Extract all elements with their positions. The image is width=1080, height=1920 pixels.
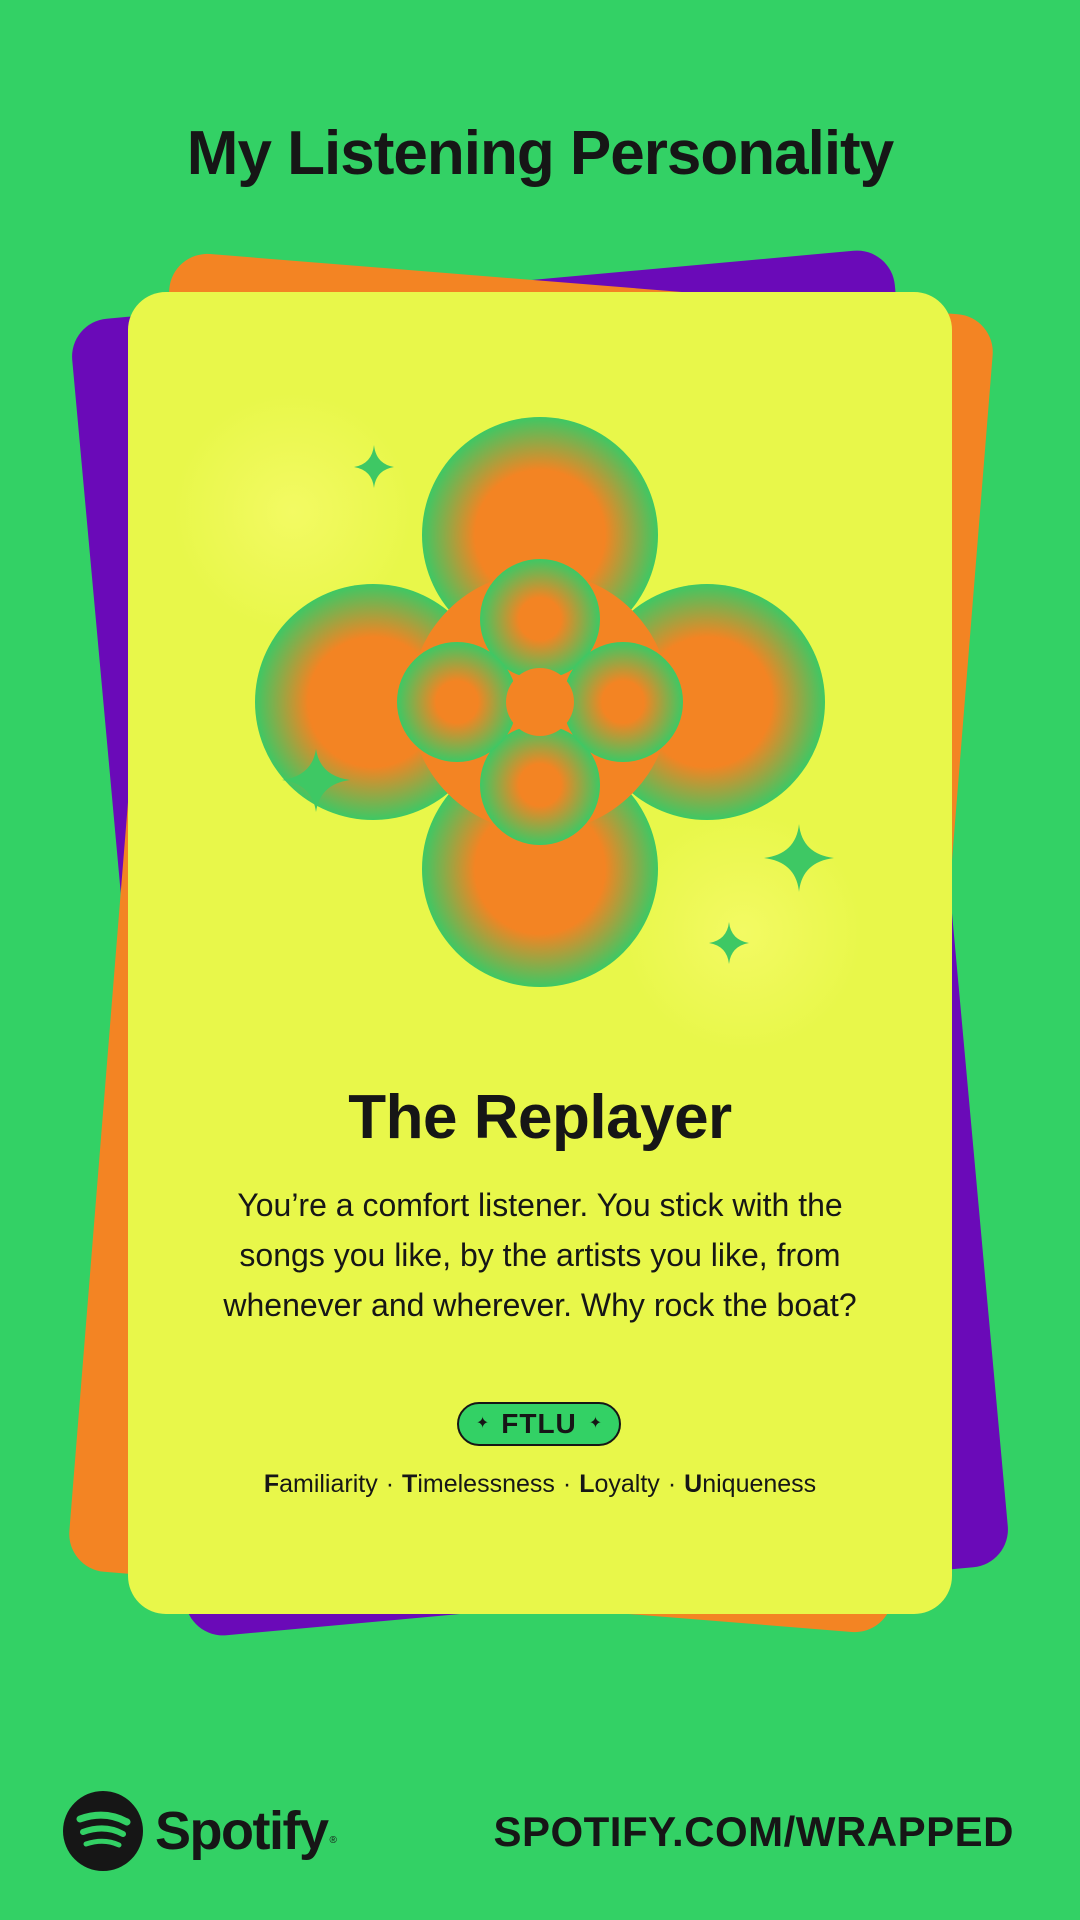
trait-loyalty: Loyalty — [579, 1470, 660, 1498]
wrapped-url[interactable]: SPOTIFY.COM/WRAPPED — [493, 1808, 1014, 1856]
registered-mark: ® — [329, 1835, 337, 1846]
spotify-logo-icon — [63, 1791, 143, 1871]
persona-name: The Replayer — [348, 1083, 732, 1152]
page-title: My Listening Personality — [186, 119, 894, 188]
sparkle-icon: ✦ — [475, 1415, 490, 1432]
spotify-logo: Spotify ® — [63, 1790, 337, 1872]
sparkle-icon: ✦ — [588, 1415, 603, 1432]
flower-artwork — [173, 392, 863, 1052]
trait-list: Familiarity · Timelessness · Loyalty · Uniquen… — [263, 1470, 817, 1498]
spotify-wordmark: Spotify — [155, 1801, 329, 1861]
personality-code: FTLU — [501, 1408, 577, 1439]
trait-familiarity: Familiarity — [263, 1470, 378, 1498]
glow-bottom-right — [623, 812, 863, 1052]
inner-petals — [397, 559, 683, 845]
personality-code-badge: ✦ FTLU ✦ — [457, 1402, 621, 1446]
persona-description: You’re a comfort listener. You stick wit… — [223, 1187, 857, 1323]
trait-timelessness: Timelessness — [402, 1470, 555, 1498]
trait-uniqueness: Uniqueness — [684, 1470, 817, 1498]
